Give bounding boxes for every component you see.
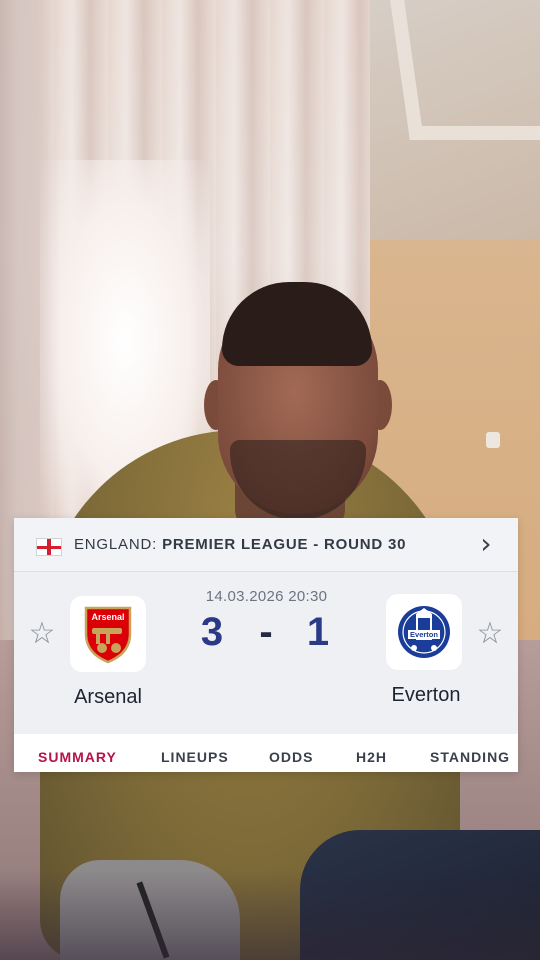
crest-text: Everton xyxy=(410,630,438,639)
england-flag-icon xyxy=(36,538,62,556)
match-row: ☆ Arsenal Arsenal 14.03.2026 20:30 3 - 1 xyxy=(14,572,518,734)
home-score: 3 xyxy=(200,610,224,654)
chevron-right-icon[interactable]: › xyxy=(472,530,500,558)
country-label: ENGLAND: xyxy=(74,536,158,553)
ceiling-molding xyxy=(390,0,540,140)
arsenal-crest-icon: Arsenal xyxy=(84,606,132,664)
away-team-name[interactable]: Everton xyxy=(366,684,486,707)
star-outline-icon[interactable]: ☆ xyxy=(474,618,506,650)
competition-title: ENGLAND: PREMIER LEAGUE - ROUND 30 xyxy=(74,536,406,553)
tab-lineups[interactable]: LINEUPS xyxy=(161,734,229,772)
match-tabs: SUMMARY LINEUPS ODDS H2H STANDING xyxy=(14,734,518,772)
crest-text: Arsenal xyxy=(91,612,124,622)
wall-outlet xyxy=(486,432,500,448)
competition-header[interactable]: ENGLAND: PREMIER LEAGUE - ROUND 30 › xyxy=(14,518,518,572)
competition-label: PREMIER LEAGUE - ROUND 30 xyxy=(162,536,407,553)
tab-summary[interactable]: SUMMARY xyxy=(38,734,117,772)
home-team-crest[interactable]: Arsenal xyxy=(70,596,146,672)
background-video-frame xyxy=(0,0,540,960)
shadow xyxy=(0,870,540,960)
tab-standing[interactable]: STANDING xyxy=(430,734,510,772)
match-datetime: 14.03.2026 20:30 xyxy=(205,588,328,605)
away-score: 1 xyxy=(306,610,330,654)
tab-odds[interactable]: ODDS xyxy=(269,734,313,772)
home-team-name[interactable]: Arsenal xyxy=(48,686,168,709)
everton-crest-icon: Everton xyxy=(398,606,450,658)
score-separator: - xyxy=(259,610,273,654)
match-score-card[interactable]: ENGLAND: PREMIER LEAGUE - ROUND 30 › ☆ A… xyxy=(14,518,518,772)
star-outline-icon[interactable]: ☆ xyxy=(26,618,58,650)
tab-h2h[interactable]: H2H xyxy=(356,734,387,772)
away-team-crest[interactable]: Everton xyxy=(386,594,462,670)
